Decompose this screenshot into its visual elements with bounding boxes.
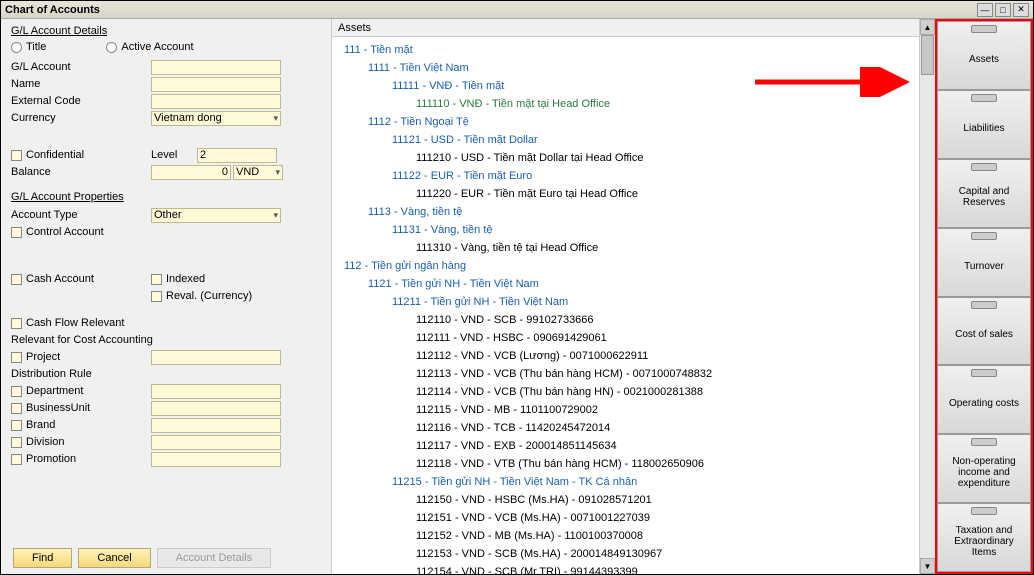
division-checkbox[interactable]: Division (11, 436, 151, 448)
tree-item[interactable]: 112113 - VND - VCB (Thu bán hàng HCM) - … (332, 365, 919, 383)
tree-item[interactable]: 112154 - VND - SCB (Mr.TRI) - 9914439339… (332, 563, 919, 574)
external-code-input[interactable] (151, 94, 281, 109)
scroll-thumb[interactable] (921, 35, 934, 75)
chart-of-accounts-window: Chart of Accounts — □ ✕ G/L Account Deta… (0, 0, 1034, 575)
tree-item[interactable]: 112115 - VND - MB - 1101100729002 (332, 401, 919, 419)
tree-item[interactable]: 112110 - VND - SCB - 99102733666 (332, 311, 919, 329)
balance-label: Balance (11, 166, 151, 178)
titlebar: Chart of Accounts — □ ✕ (1, 1, 1033, 19)
drawer-taxation-and-extraordinary-items[interactable]: Taxation and Extraordinary Items (937, 503, 1031, 572)
account-type-select[interactable]: Other (151, 208, 281, 223)
tree-item[interactable]: 1112 - Tiền Ngoại Tệ (332, 113, 919, 131)
active-account-radio[interactable]: Active Account (106, 41, 193, 53)
account-details-button: Account Details (157, 548, 271, 568)
tree-item[interactable]: 111220 - EUR - Tiền mặt Euro tại Head Of… (332, 185, 919, 203)
gl-properties-header: G/L Account Properties (11, 191, 321, 203)
balance-currency-select[interactable]: VND (233, 165, 283, 180)
currency-select[interactable]: Vietnam dong (151, 111, 281, 126)
tree-item[interactable]: 111110 - VNĐ - Tiền mặt tại Head Office (332, 95, 919, 113)
business-unit-checkbox[interactable]: BusinessUnit (11, 402, 151, 414)
minimize-button[interactable]: — (977, 3, 993, 17)
level-label: Level (151, 149, 197, 161)
cash-flow-checkbox[interactable]: Cash Flow Relevant (11, 315, 321, 331)
gl-details-header: G/L Account Details (11, 25, 321, 37)
business-unit-input[interactable] (151, 401, 281, 416)
cost-accounting-label: Relevant for Cost Accounting (11, 332, 321, 348)
drawer-liabilities[interactable]: Liabilities (937, 90, 1031, 159)
account-type-label: Account Type (11, 209, 151, 221)
department-input[interactable] (151, 384, 281, 399)
promotion-input[interactable] (151, 452, 281, 467)
tree-item[interactable]: 11211 - Tiền gửi NH - Tiền Việt Nam (332, 293, 919, 311)
indexed-checkbox[interactable]: Indexed (151, 273, 205, 285)
level-input[interactable] (197, 148, 277, 163)
reval-checkbox[interactable]: Reval. (Currency) (151, 290, 252, 302)
currency-label: Currency (11, 112, 151, 124)
gl-account-label: G/L Account (11, 61, 151, 73)
tree-scrollbar[interactable]: ▲ ▼ (919, 19, 935, 574)
tree-title: Assets (338, 22, 371, 34)
tree-item[interactable]: 112116 - VND - TCB - 11420245472014 (332, 419, 919, 437)
maximize-button[interactable]: □ (995, 3, 1011, 17)
tree-item[interactable]: 11131 - Vàng, tiền tệ (332, 221, 919, 239)
balance-input[interactable] (151, 165, 231, 180)
scroll-up-icon[interactable]: ▲ (920, 19, 935, 35)
tree-item[interactable]: 112150 - VND - HSBC (Ms.HA) - 0910285712… (332, 491, 919, 509)
project-input[interactable] (151, 350, 281, 365)
drawer-capital-and-reserves[interactable]: Capital and Reserves (937, 159, 1031, 228)
brand-checkbox[interactable]: Brand (11, 419, 151, 431)
name-input[interactable] (151, 77, 281, 92)
details-panel: G/L Account Details Title Active Account… (1, 19, 331, 574)
find-button[interactable]: Find (13, 548, 72, 568)
tree-item[interactable]: 112151 - VND - VCB (Ms.HA) - 00710012270… (332, 509, 919, 527)
drawer-assets[interactable]: Assets (937, 21, 1031, 90)
tree-item[interactable]: 1113 - Vàng, tiền tệ (332, 203, 919, 221)
division-input[interactable] (151, 435, 281, 450)
scroll-down-icon[interactable]: ▼ (920, 558, 935, 574)
drawer-operating-costs[interactable]: Operating costs (937, 365, 1031, 434)
gl-account-input[interactable] (151, 60, 281, 75)
external-code-label: External Code (11, 95, 151, 107)
brand-input[interactable] (151, 418, 281, 433)
tree-item[interactable]: 111310 - Vàng, tiền tệ tại Head Office (332, 239, 919, 257)
cash-account-checkbox[interactable]: Cash Account (11, 273, 151, 285)
tree-item[interactable]: 112111 - VND - HSBC - 090691429061 (332, 329, 919, 347)
department-checkbox[interactable]: Department (11, 385, 151, 397)
cancel-button[interactable]: Cancel (78, 548, 150, 568)
tree-item[interactable]: 112117 - VND - EXB - 200014851145634 (332, 437, 919, 455)
account-tree: Assets 111 - Tiền mặt1111 - Tiền Việt Na… (332, 19, 919, 574)
tree-item[interactable]: 112114 - VND - VCB (Thu bán hàng HN) - 0… (332, 383, 919, 401)
drawer-non-operating-income-and-expenditure[interactable]: Non-operating income and expenditure (937, 434, 1031, 503)
tree-item[interactable]: 112153 - VND - SCB (Ms.HA) - 20001484913… (332, 545, 919, 563)
tree-item[interactable]: 11121 - USD - Tiền mặt Dollar (332, 131, 919, 149)
drawer-cost-of-sales[interactable]: Cost of sales (937, 297, 1031, 366)
tree-item[interactable]: 11122 - EUR - Tiền mặt Euro (332, 167, 919, 185)
promotion-checkbox[interactable]: Promotion (11, 453, 151, 465)
control-account-checkbox[interactable]: Control Account (11, 224, 321, 240)
distribution-rule-label: Distribution Rule (11, 366, 321, 382)
tree-item[interactable]: 1121 - Tiền gửi NH - Tiền Việt Nam (332, 275, 919, 293)
drawer-turnover[interactable]: Turnover (937, 228, 1031, 297)
tree-item[interactable]: 112152 - VND - MB (Ms.HA) - 110010037000… (332, 527, 919, 545)
confidential-checkbox[interactable]: Confidential (11, 149, 151, 161)
tree-item[interactable]: 11215 - Tiền gửi NH - Tiền Việt Nam - TK… (332, 473, 919, 491)
annotation-arrow-icon (755, 67, 915, 97)
tree-item[interactable]: 112118 - VND - VTB (Thu bán hàng HCM) - … (332, 455, 919, 473)
window-title: Chart of Accounts (5, 4, 975, 16)
name-label: Name (11, 78, 151, 90)
tree-item[interactable]: 112 - Tiền gửi ngân hàng (332, 257, 919, 275)
close-button[interactable]: ✕ (1013, 3, 1029, 17)
tree-item[interactable]: 111210 - USD - Tiền mặt Dollar tại Head … (332, 149, 919, 167)
project-checkbox[interactable]: Project (11, 351, 151, 363)
tree-item[interactable]: 111 - Tiền mặt (332, 41, 919, 59)
category-drawers: AssetsLiabilitiesCapital and ReservesTur… (935, 19, 1033, 574)
tree-item[interactable]: 112112 - VND - VCB (Lương) - 00710006229… (332, 347, 919, 365)
title-radio[interactable]: Title (11, 41, 46, 53)
